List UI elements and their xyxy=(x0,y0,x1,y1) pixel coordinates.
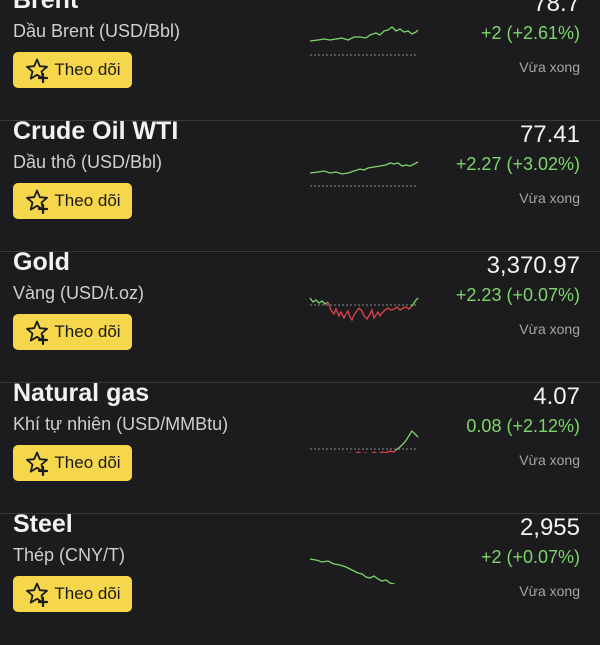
price-value: 3,370.97 xyxy=(486,252,580,279)
sparkline-chart xyxy=(310,429,419,453)
follow-button[interactable]: Theo dõi xyxy=(13,314,132,350)
follow-label: Theo dõi xyxy=(54,60,121,79)
price-value: 2,955 xyxy=(519,514,580,541)
update-time: Vừa xong xyxy=(519,59,580,75)
update-time: Vừa xong xyxy=(519,583,580,599)
follow-button[interactable]: Theo dõi xyxy=(13,52,132,88)
sparkline-chart xyxy=(309,558,396,584)
follow-label: Theo dõi xyxy=(54,584,121,603)
star-plus-icon xyxy=(24,319,50,345)
commodity-name: Brent xyxy=(13,0,79,14)
commodity-subtitle: Dầu thô (USD/Bbl) xyxy=(13,152,163,172)
follow-button[interactable]: Theo dõi xyxy=(13,576,132,612)
commodity-card-steel[interactable]: Steel Thép (CNY/T) Theo dõi 2,955 +2 (+0… xyxy=(0,510,600,645)
follow-label: Theo dõi xyxy=(54,191,121,210)
commodity-name: Steel xyxy=(13,510,73,538)
price-change: +2.27 (+3.02%) xyxy=(455,154,580,174)
commodity-card-brent[interactable]: Brent Dầu Brent (USD/Bbl) Theo dõi 78.7 … xyxy=(0,0,600,121)
commodity-subtitle: Thép (CNY/T) xyxy=(13,545,126,565)
commodity-subtitle: Dầu Brent (USD/Bbl) xyxy=(13,21,181,41)
sparkline-chart xyxy=(309,297,419,322)
star-plus-icon xyxy=(24,188,50,214)
follow-label: Theo dõi xyxy=(54,453,121,472)
update-time: Vừa xong xyxy=(519,190,580,206)
price-change: 0.08 (+2.12%) xyxy=(466,416,580,436)
price-value: 4.07 xyxy=(533,383,580,410)
sparkline-chart xyxy=(309,161,419,187)
update-time: Vừa xong xyxy=(519,321,580,337)
price-change: +2 (+2.61%) xyxy=(480,23,580,43)
commodity-name: Gold xyxy=(13,248,70,276)
commodity-card-gold[interactable]: Gold Vàng (USD/t.oz) Theo dõi 3,370.97 +… xyxy=(0,248,600,383)
follow-button[interactable]: Theo dõi xyxy=(13,183,132,219)
commodity-subtitle: Khí tự nhiên (USD/MMBtu) xyxy=(13,414,229,434)
commodity-card-crude-oil-wti[interactable]: Crude Oil WTI Dầu thô (USD/Bbl) Theo dõi… xyxy=(0,117,600,252)
commodity-subtitle: Vàng (USD/t.oz) xyxy=(13,283,145,303)
star-plus-icon xyxy=(24,57,50,83)
sparkline-chart xyxy=(309,26,419,56)
price-change: +2.23 (+0.07%) xyxy=(455,285,580,305)
price-change: +2 (+0.07%) xyxy=(480,547,580,567)
star-plus-icon xyxy=(24,450,50,476)
commodity-name: Crude Oil WTI xyxy=(13,117,179,145)
commodity-list: Brent Dầu Brent (USD/Bbl) Theo dõi 78.7 … xyxy=(0,0,600,612)
price-value: 77.41 xyxy=(519,121,580,148)
update-time: Vừa xong xyxy=(519,452,580,468)
follow-label: Theo dõi xyxy=(54,322,121,341)
follow-button[interactable]: Theo dõi xyxy=(13,445,132,481)
price-value: 78.7 xyxy=(533,0,580,17)
star-plus-icon xyxy=(24,581,50,607)
commodity-name: Natural gas xyxy=(13,379,150,407)
commodity-card-natural-gas[interactable]: Natural gas Khí tự nhiên (USD/MMBtu) The… xyxy=(0,379,600,514)
